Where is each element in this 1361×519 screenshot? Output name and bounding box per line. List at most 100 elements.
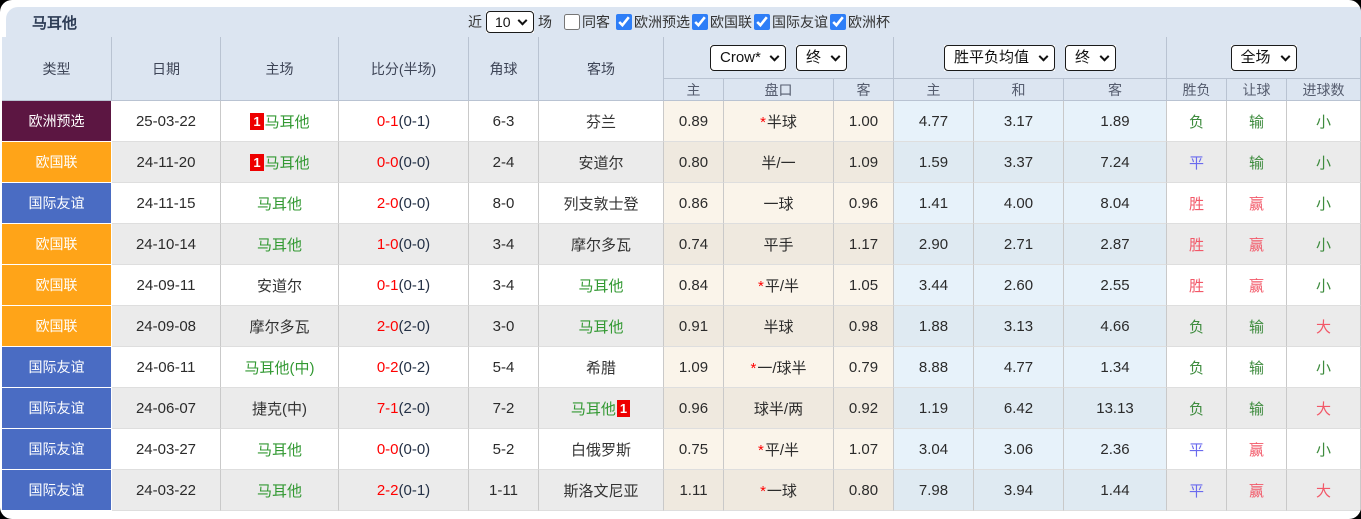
cell-result-wdl: 平 (1167, 470, 1228, 511)
league-filter-checkbox[interactable] (754, 14, 770, 30)
subheader-odds-handicap: 盘口 (724, 79, 834, 101)
cell-result-goals: 大 (1287, 306, 1361, 347)
league-filter-label: 欧国联 (710, 14, 752, 30)
subheader-odds-away: 客 (834, 79, 894, 101)
cell-home-team: 1 马耳他 (221, 101, 339, 142)
cell-score: 2-2(0-1) (339, 470, 469, 511)
cell-avg-home: 4.77 (894, 101, 974, 142)
col-header-home: 主场 (221, 37, 339, 101)
cell-odds-handicap: 一球 (724, 183, 834, 224)
cell-away-team: 希腊 (539, 347, 664, 388)
cell-avg-away: 4.66 (1064, 306, 1168, 347)
cell-home-team: 马耳他 (221, 183, 339, 224)
bookmaker-select-wrap: Crow* (710, 44, 786, 71)
star-marker: * (750, 359, 757, 377)
cell-corners: 7-2 (469, 388, 539, 429)
recent-count-select[interactable]: 10 (486, 10, 534, 34)
cell-league-type: 国际友谊 (2, 470, 112, 511)
same-opponent-checkbox[interactable] (564, 14, 580, 30)
avg-select[interactable]: 胜平负均值 (944, 44, 1056, 71)
subheader-result-handicap: 让球 (1227, 79, 1288, 101)
cell-odds-away: 1.09 (834, 142, 894, 183)
cell-league-type: 国际友谊 (2, 429, 112, 470)
rank-badge: 1 (250, 112, 264, 130)
cell-result-goals: 小 (1287, 183, 1361, 224)
cell-date: 24-10-14 (112, 224, 221, 265)
cell-odds-home: 0.75 (664, 429, 724, 470)
league-filter-0[interactable]: 欧洲预选 (616, 12, 690, 32)
cell-corners: 8-0 (469, 183, 539, 224)
league-filter-checkbox[interactable] (692, 14, 708, 30)
subheader-result-wdl: 胜负 (1167, 79, 1228, 101)
cell-result-handicap: 输 (1227, 388, 1288, 429)
cell-result-goals: 大 (1287, 470, 1361, 511)
avg-state-select[interactable]: 终 (1065, 44, 1117, 71)
cell-odds-home: 1.11 (664, 470, 724, 511)
cell-result-handicap: 输 (1227, 142, 1288, 183)
cell-result-handicap: 赢 (1227, 265, 1288, 306)
cell-date: 24-11-20 (112, 142, 221, 183)
cell-league-type: 欧洲预选 (2, 101, 112, 142)
cell-avg-away: 2.55 (1064, 265, 1168, 306)
cell-league-type: 欧国联 (2, 306, 112, 347)
cell-date: 24-03-27 (112, 429, 221, 470)
recent-count-select-wrap: 10 (486, 10, 534, 34)
cell-date: 25-03-22 (112, 101, 221, 142)
cell-result-handicap: 赢 (1227, 429, 1288, 470)
cell-corners: 3-4 (469, 265, 539, 306)
odds-state-select[interactable]: 终 (796, 44, 847, 71)
team-name: 安道尔 (578, 154, 624, 172)
cell-avg-away: 8.04 (1064, 183, 1168, 224)
cell-avg-draw: 2.60 (974, 265, 1064, 306)
team-name: 白俄罗斯 (570, 441, 631, 459)
bookmaker-select[interactable]: Crow* (710, 44, 786, 71)
cell-odds-handicap: *平/半 (724, 429, 834, 470)
cell-away-team: 斯洛文尼亚 (539, 470, 664, 511)
league-filter-2[interactable]: 国际友谊 (754, 12, 828, 32)
league-filter-label: 欧洲预选 (634, 14, 690, 30)
cell-league-type: 国际友谊 (2, 183, 112, 224)
team-name: 摩尔多瓦 (249, 318, 310, 336)
cell-result-wdl: 负 (1167, 388, 1228, 429)
match-history-table: 类型 日期 主场 比分(半场) 角球 客场 Crow* 终 胜平负均值 终 全场… (2, 37, 1361, 511)
table-row: 欧国联 24-09-08 摩尔多瓦 2-0(2-0) 3-0 马耳他 0.91 半球 0.98 1… (2, 306, 1361, 347)
league-filter-1[interactable]: 欧国联 (692, 12, 752, 32)
cell-corners: 3-0 (469, 306, 539, 347)
team-name: 捷克(中) (252, 400, 307, 418)
cell-score: 2-0(2-0) (339, 306, 469, 347)
cell-odds-away: 1.05 (834, 265, 894, 306)
team-name: 马耳他 (578, 277, 624, 295)
cell-odds-handicap: 半球 (724, 306, 834, 347)
team-name: 马耳他(中) (244, 359, 315, 377)
cell-odds-away: 0.92 (834, 388, 894, 429)
league-filter-group: 欧洲预选 欧国联 国际友谊 欧洲杯 (614, 12, 890, 32)
cell-result-handicap: 赢 (1227, 183, 1288, 224)
league-filter-3[interactable]: 欧洲杯 (830, 12, 890, 32)
recent-label: 近 (468, 14, 482, 30)
cell-result-goals: 小 (1287, 347, 1361, 388)
subheader-avg-home: 主 (894, 79, 974, 101)
cell-avg-home: 1.19 (894, 388, 974, 429)
cell-odds-home: 0.74 (664, 224, 724, 265)
col-header-away: 客场 (539, 37, 664, 101)
cell-avg-draw: 4.00 (974, 183, 1064, 224)
cell-odds-handicap: 平手 (724, 224, 834, 265)
cell-result-handicap: 输 (1227, 347, 1288, 388)
titlebar: 马耳他 近 10 场 同客 欧洲预选 欧国联 国际友谊 欧洲杯 (6, 7, 1361, 37)
cell-date: 24-03-22 (112, 470, 221, 511)
cell-away-team: 马耳他 (539, 306, 664, 347)
cell-result-wdl: 胜 (1167, 224, 1228, 265)
table-row: 国际友谊 24-06-11 马耳他(中) 0-2(0-2) 5-4 希腊 1.09 *一/球半… (2, 347, 1361, 388)
scope-select[interactable]: 全场 (1230, 44, 1297, 71)
same-opponent-filter[interactable]: 同客 (564, 12, 610, 32)
cell-result-goals: 小 (1287, 224, 1361, 265)
cell-score: 7-1(2-0) (339, 388, 469, 429)
cell-avg-draw: 3.37 (974, 142, 1064, 183)
cell-avg-away: 7.24 (1064, 142, 1168, 183)
cell-league-type: 欧国联 (2, 142, 112, 183)
cell-result-handicap: 输 (1227, 101, 1288, 142)
league-filter-checkbox[interactable] (830, 14, 846, 30)
cell-home-team: 摩尔多瓦 (221, 306, 339, 347)
cell-result-handicap: 输 (1227, 306, 1288, 347)
league-filter-checkbox[interactable] (616, 14, 632, 30)
